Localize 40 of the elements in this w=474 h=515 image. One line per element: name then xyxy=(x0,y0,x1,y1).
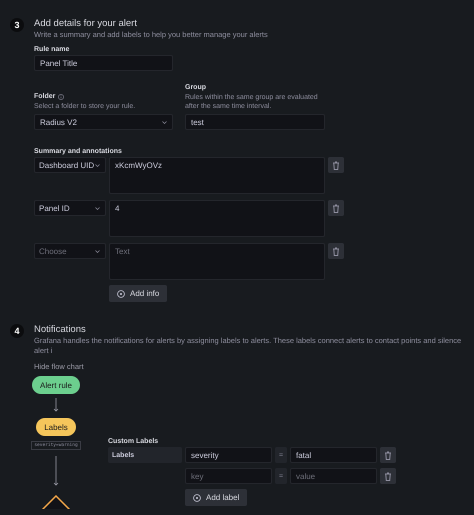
arrow-icon xyxy=(53,456,59,486)
section-title: Add details for your alert xyxy=(34,18,138,30)
trash-icon xyxy=(332,160,340,170)
step-number: 4 xyxy=(10,324,24,338)
trash-icon xyxy=(384,450,392,460)
arrow-icon xyxy=(53,398,59,412)
delete-button[interactable] xyxy=(380,468,396,484)
add-icon xyxy=(117,290,125,298)
trash-icon xyxy=(332,246,340,256)
add-info-button[interactable]: Add info xyxy=(109,285,168,302)
input-field[interactable]: key xyxy=(185,468,272,484)
delete-button[interactable] xyxy=(328,200,344,216)
text-area[interactable]: Text xyxy=(109,243,325,280)
select-field[interactable]: Radius V2 xyxy=(34,114,173,130)
add-icon xyxy=(193,494,201,502)
input-field[interactable]: value xyxy=(290,468,377,484)
info-icon xyxy=(58,94,64,100)
caret-icon xyxy=(95,206,100,210)
step-number: 3 xyxy=(10,18,24,32)
input-field[interactable]: Panel Title xyxy=(34,55,173,71)
text-area[interactable]: xKcmWyOVz xyxy=(109,157,325,194)
caret-icon xyxy=(162,120,167,124)
input-field[interactable]: test xyxy=(185,114,325,130)
caret-icon xyxy=(95,164,100,166)
text-area[interactable]: 4 xyxy=(109,200,325,237)
select-field[interactable]: Dashboard UID xyxy=(34,157,106,173)
delete-button[interactable] xyxy=(328,157,344,173)
flow-node: Labels xyxy=(36,418,76,436)
input-field[interactable]: severity xyxy=(185,447,272,463)
input-field[interactable]: fatal xyxy=(290,447,377,463)
caret-icon xyxy=(95,250,100,252)
trash-icon xyxy=(384,472,392,480)
section-title: Notifications xyxy=(34,324,87,336)
delete-button[interactable] xyxy=(328,243,344,259)
select-field[interactable]: Panel ID xyxy=(34,200,106,216)
add-label-button[interactable]: Add label xyxy=(185,489,248,506)
delete-button[interactable] xyxy=(380,447,396,463)
select-field[interactable]: Choose xyxy=(34,243,106,259)
trash-icon xyxy=(332,204,340,212)
flow-node: Alert rule xyxy=(32,376,80,394)
